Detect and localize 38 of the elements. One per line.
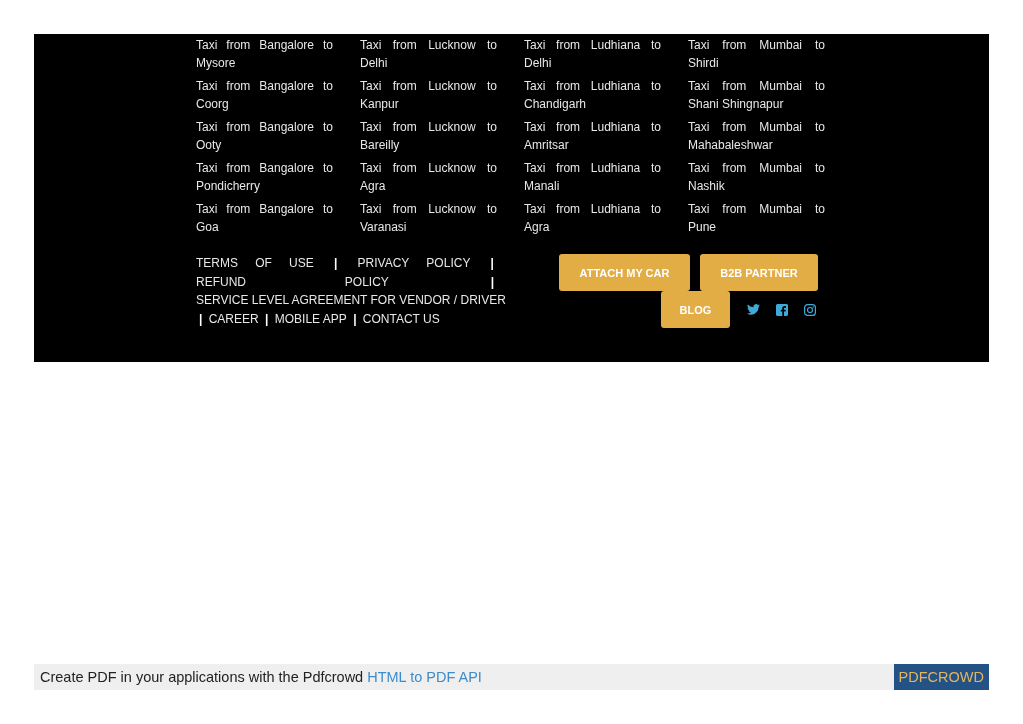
route-link[interactable]: Taxi from Lucknow to Delhi <box>360 36 497 72</box>
route-link[interactable]: Taxi from Ludhiana to Amritsar <box>524 118 661 154</box>
route-link[interactable]: Taxi from Bangalore to Mysore <box>196 36 333 72</box>
route-link[interactable]: Taxi from Ludhiana to Chandigarh <box>524 77 661 113</box>
route-link[interactable]: Taxi from Ludhiana to Delhi <box>524 36 661 72</box>
separator: | <box>199 311 203 326</box>
route-link[interactable]: Taxi from Lucknow to Kanpur <box>360 77 497 113</box>
route-link[interactable]: Taxi from Mumbai to Nashik <box>688 159 825 195</box>
promo-text: Create PDF in your applications with the Pdfcrowd <box>40 669 364 685</box>
facebook-icon[interactable] <box>776 303 788 316</box>
route-link[interactable]: Taxi from Mumbai to Pune <box>688 200 825 236</box>
route-link[interactable]: Taxi from Mumbai to Mahabaleshwar <box>688 118 825 154</box>
route-link[interactable]: Taxi from Ludhiana to Manali <box>524 159 661 195</box>
route-link[interactable]: Taxi from Lucknow to Agra <box>360 159 497 195</box>
route-link[interactable]: Taxi from Bangalore to Ooty <box>196 118 333 154</box>
route-link[interactable]: Taxi from Bangalore to Pondicherry <box>196 159 333 195</box>
separator: | <box>265 311 269 326</box>
route-link[interactable]: Taxi from Ludhiana to Agra <box>524 200 661 236</box>
separator: | <box>490 256 494 270</box>
separator: | <box>490 274 494 289</box>
separator: | <box>334 256 338 270</box>
route-link[interactable]: Taxi from Bangalore to Goa <box>196 200 333 236</box>
separator: | <box>353 311 357 326</box>
route-link[interactable]: Taxi from Mumbai to Shani Shingnapur <box>688 77 825 113</box>
policy-link[interactable]: MOBILE APP <box>274 311 347 326</box>
policy-link[interactable]: REFUND POLICY <box>196 274 389 289</box>
policy-link[interactable]: CONTACT US <box>362 311 440 326</box>
route-link[interactable]: Taxi from Mumbai to Shirdi <box>688 36 825 72</box>
policy-link[interactable]: TERMS OF USE <box>196 256 314 270</box>
route-link[interactable]: Taxi from Bangalore to Coorg <box>196 77 333 113</box>
twitter-bird-icon[interactable] <box>747 304 760 315</box>
policy-link[interactable]: PRIVACY POLICY <box>357 256 471 270</box>
route-link[interactable]: Taxi from Lucknow to Bareilly <box>360 118 497 154</box>
brand-badge[interactable]: PDFCROWD <box>893 664 989 690</box>
instagram-icon[interactable] <box>804 303 816 316</box>
route-link[interactable]: Taxi from Lucknow to Varanasi <box>360 200 497 236</box>
policy-link[interactable]: CAREER <box>208 311 259 326</box>
policy-link[interactable]: SERVICE LEVEL AGREEMENT FOR VENDOR / DRIVER <box>196 293 506 307</box>
